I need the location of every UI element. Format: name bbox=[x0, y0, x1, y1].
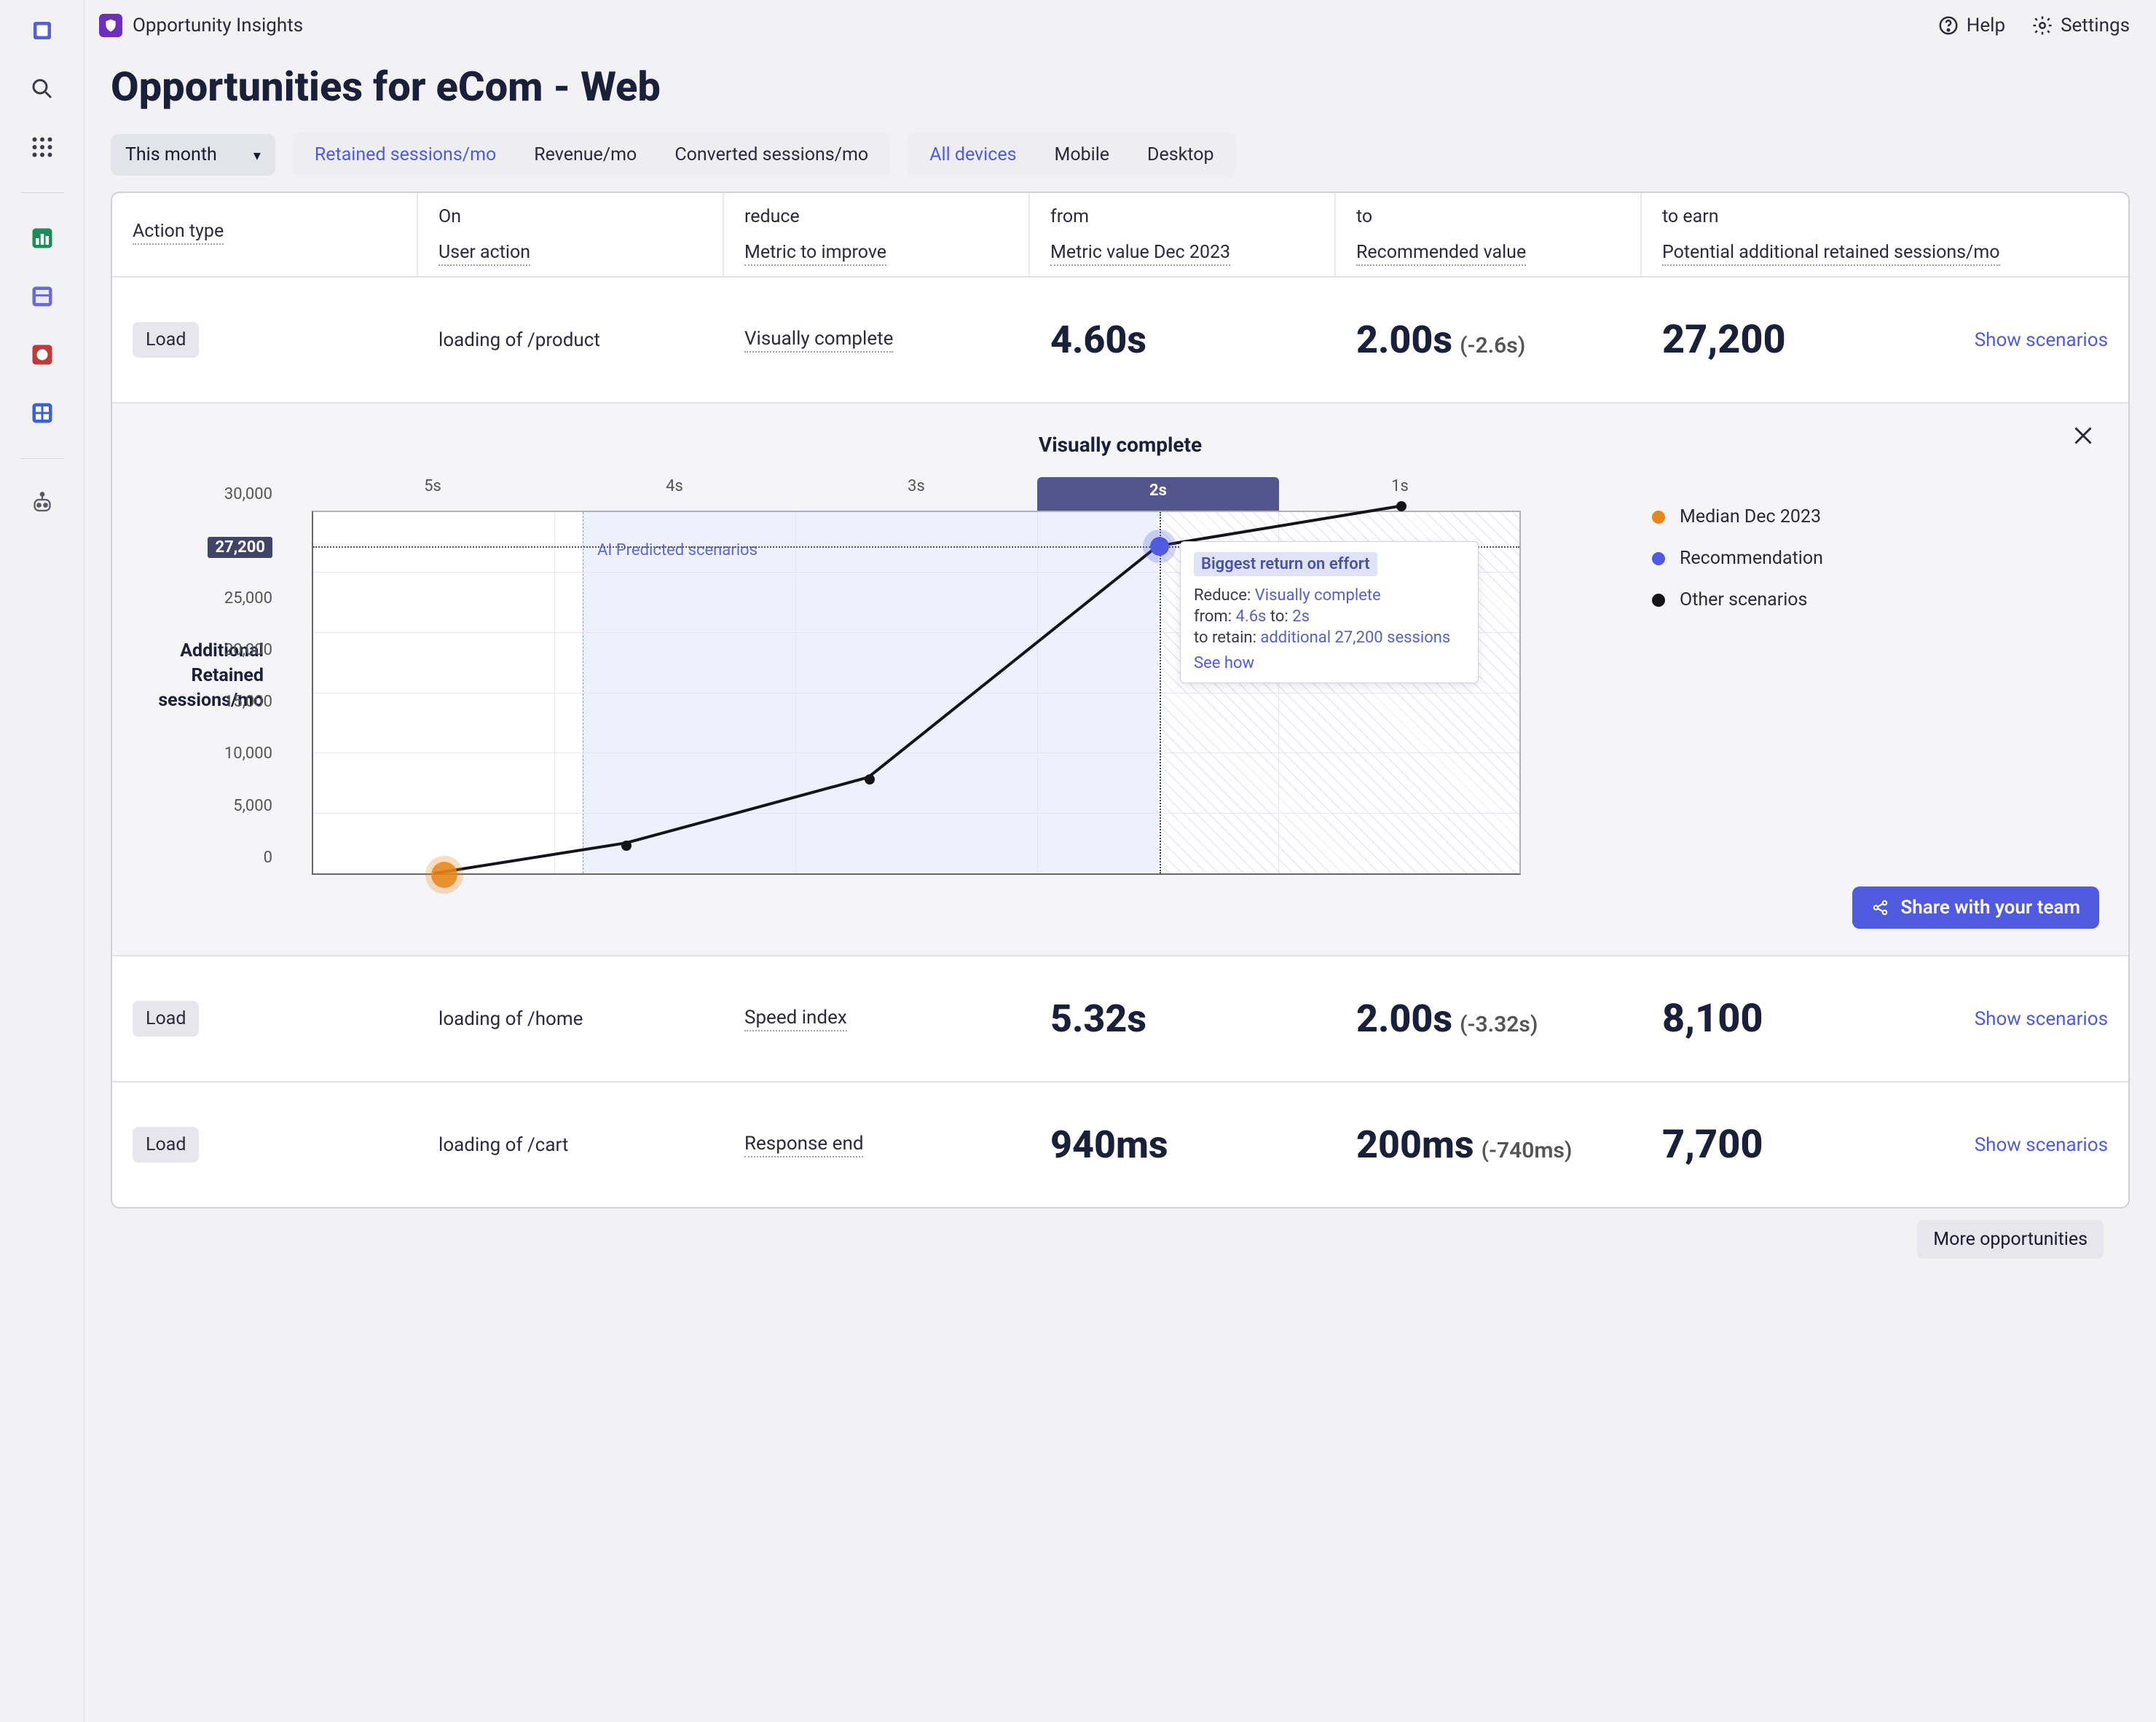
chart-title: Visually complete bbox=[141, 433, 2099, 457]
scenario-point[interactable] bbox=[621, 841, 632, 851]
metric-to: 2.00s(-2.6s) bbox=[1356, 318, 1525, 362]
col-potential: Potential additional retained sessions/m… bbox=[1662, 242, 2000, 266]
device-tab-all[interactable]: All devices bbox=[912, 137, 1034, 173]
scenario-point[interactable] bbox=[865, 774, 875, 785]
search-icon[interactable] bbox=[26, 73, 58, 105]
earn-value: 7,700 bbox=[1662, 1122, 1763, 1168]
median-point[interactable] bbox=[431, 862, 457, 888]
tooltip-see-how-link[interactable]: See how bbox=[1194, 654, 1465, 672]
metric-to: 200ms(-740ms) bbox=[1356, 1123, 1572, 1167]
line-chart[interactable]: AI Predicted scenarios bbox=[312, 511, 1521, 875]
earn-value: 27,200 bbox=[1662, 317, 1786, 363]
earn-value: 8,100 bbox=[1662, 996, 1763, 1042]
chevron-down-icon: ▾ bbox=[253, 146, 261, 164]
sidebar-divider bbox=[20, 192, 64, 193]
metric-from: 5.32s bbox=[1050, 996, 1146, 1041]
user-action-text: loading of /cart bbox=[438, 1134, 568, 1156]
scenario-chart-panel: Visually complete Additional Retained se… bbox=[112, 404, 2128, 956]
metric-tabs: Retained sessions/mo Revenue/mo Converte… bbox=[293, 133, 890, 177]
table-row: Load loading of /home Speed index 5.32s … bbox=[112, 956, 2128, 1082]
period-select[interactable]: This month ▾ bbox=[111, 134, 275, 176]
legend-other: Other scenarios bbox=[1652, 589, 1823, 610]
left-sidebar bbox=[0, 0, 84, 1722]
action-badge: Load bbox=[133, 1127, 199, 1163]
action-badge: Load bbox=[133, 1001, 199, 1037]
metric-from: 940ms bbox=[1050, 1123, 1168, 1167]
metric-tab-revenue[interactable]: Revenue/mo bbox=[516, 137, 654, 173]
col-metric-value: Metric value Dec 2023 bbox=[1050, 242, 1230, 266]
app-name: Opportunity Insights bbox=[133, 15, 303, 36]
chart-legend: Median Dec 2023 Recommendation Other sce… bbox=[1652, 506, 1823, 610]
sidebar-app-4-icon[interactable] bbox=[26, 397, 58, 429]
metric-to: 2.00s(-3.32s) bbox=[1356, 996, 1538, 1041]
metric-tab-converted[interactable]: Converted sessions/mo bbox=[657, 137, 886, 173]
sidebar-app-3-icon[interactable] bbox=[26, 339, 58, 371]
col-recommended: Recommended value bbox=[1356, 242, 1526, 266]
device-tab-desktop[interactable]: Desktop bbox=[1130, 137, 1231, 173]
x-axis-ticks: 5s 4s 3s 2s 1s bbox=[312, 477, 1521, 511]
device-tabs: All devices Mobile Desktop bbox=[908, 133, 1235, 177]
share-button[interactable]: Share with your team bbox=[1852, 886, 2099, 929]
sidebar-divider bbox=[20, 458, 64, 459]
settings-label: Settings bbox=[2061, 15, 2130, 36]
opportunities-table: Action type OnUser action reduceMetric t… bbox=[111, 192, 2130, 1208]
show-scenarios-link[interactable]: Show scenarios bbox=[1975, 329, 2108, 351]
app-logo-icon[interactable] bbox=[26, 15, 58, 47]
sidebar-bot-icon[interactable] bbox=[26, 488, 58, 520]
metric-from: 4.60s bbox=[1050, 318, 1146, 362]
sidebar-app-1-icon[interactable] bbox=[26, 222, 58, 254]
device-tab-mobile[interactable]: Mobile bbox=[1037, 137, 1128, 173]
period-select-label: This month bbox=[125, 144, 217, 165]
metric-link[interactable]: Visually complete bbox=[744, 328, 893, 353]
show-scenarios-link[interactable]: Show scenarios bbox=[1975, 1008, 2108, 1030]
user-action-text: loading of /product bbox=[438, 329, 600, 351]
tooltip-title: Biggest return on effort bbox=[1194, 552, 1377, 576]
metric-tab-retained[interactable]: Retained sessions/mo bbox=[297, 137, 514, 173]
metric-link[interactable]: Speed index bbox=[744, 1007, 847, 1031]
table-header: Action type OnUser action reduceMetric t… bbox=[112, 193, 2128, 278]
action-badge: Load bbox=[133, 322, 199, 358]
y-axis-ticks: 30,000 27,200 25,000 20,000 15,000 10,00… bbox=[272, 494, 283, 858]
col-metric: Metric to improve bbox=[744, 242, 886, 266]
app-shield-icon bbox=[99, 14, 122, 37]
show-scenarios-link[interactable]: Show scenarios bbox=[1975, 1134, 2108, 1156]
legend-recommendation: Recommendation bbox=[1652, 548, 1823, 569]
more-opportunities-button[interactable]: More opportunities bbox=[1917, 1220, 2104, 1259]
close-icon[interactable] bbox=[2070, 422, 2096, 449]
col-user-action: User action bbox=[438, 242, 530, 266]
sidebar-app-2-icon[interactable] bbox=[26, 280, 58, 312]
apps-grid-icon[interactable] bbox=[26, 131, 58, 163]
recommendation-point[interactable] bbox=[1150, 537, 1169, 556]
help-label: Help bbox=[1967, 15, 2005, 36]
scenario-point[interactable] bbox=[1396, 501, 1406, 511]
col-action-type: Action type bbox=[133, 221, 224, 245]
legend-median: Median Dec 2023 bbox=[1652, 506, 1823, 527]
metric-link[interactable]: Response end bbox=[744, 1133, 863, 1157]
page-title: Opportunities for eCom - Web bbox=[84, 44, 2156, 133]
chart-tooltip: Biggest return on effort Reduce: Visuall… bbox=[1180, 541, 1479, 683]
table-row: Load loading of /product Visually comple… bbox=[112, 278, 2128, 404]
settings-button[interactable]: Settings bbox=[2031, 15, 2130, 36]
topbar: Opportunity Insights Help Settings bbox=[84, 0, 2156, 44]
table-row: Load loading of /cart Response end 940ms… bbox=[112, 1082, 2128, 1207]
user-action-text: loading of /home bbox=[438, 1008, 583, 1030]
help-button[interactable]: Help bbox=[1937, 15, 2005, 36]
